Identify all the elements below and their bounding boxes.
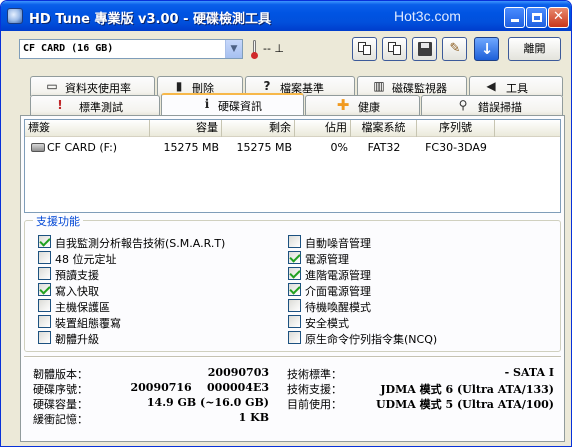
tab-folder-usage[interactable]: ▭ 資料夾使用率: [30, 76, 155, 96]
cell-capacity: 15275 MB: [163, 141, 219, 154]
column-header-free[interactable]: 剩余: [222, 120, 295, 137]
standard-value: - SATA I: [504, 366, 554, 379]
arrow-down-icon: ↓: [480, 40, 494, 58]
tab-info[interactable]: i 硬碟資訊: [161, 93, 304, 115]
maximize-icon: [531, 13, 542, 22]
buffer-value: 1 KB: [238, 411, 269, 424]
features-group-title: 支援功能: [33, 213, 83, 229]
column-header-label[interactable]: 標簽: [25, 120, 150, 137]
temperature-readout: -- ⊥: [263, 42, 285, 55]
features-group: 支援功能 自我監測分析報告技術(S.M.A.R.T) 48 位元定址 預讀支援 …: [24, 213, 561, 352]
tab-tools[interactable]: ◀ 工具: [469, 76, 563, 96]
drive-select[interactable]: CF CARD (16 GB) ▼: [19, 39, 243, 59]
divider: [24, 356, 561, 358]
firmware-value: 20090703: [207, 366, 269, 379]
cell-serial: FC30-3DA9: [425, 141, 487, 154]
cell-filesystem: FAT32: [367, 141, 401, 154]
tab-disk-monitor[interactable]: ▥ 磁碟監視器: [357, 76, 467, 96]
tab-benchmark[interactable]: ! 標準測試: [30, 95, 160, 115]
exit-button[interactable]: 離開: [508, 37, 561, 61]
partition-list-header: 標簽 容量 剩余 佔用 檔案系統 序列號: [25, 120, 560, 137]
floppy-icon: [418, 42, 432, 56]
window-title: HD Tune 專業版 v3.00 - 硬碟檢測工具: [29, 12, 272, 27]
trash-icon: ▮: [175, 79, 183, 93]
drive-icon: [31, 143, 45, 152]
save-button[interactable]: [412, 37, 437, 61]
copy-info-button[interactable]: [382, 37, 407, 61]
tab-error-scan[interactable]: ⚲ 錯誤掃描: [421, 95, 563, 115]
magnifier-icon: ⚲: [458, 98, 468, 112]
download-button[interactable]: ↓: [474, 37, 499, 61]
cell-used: 0%: [330, 141, 348, 154]
cell-label: CF CARD (F:): [47, 141, 118, 154]
disk-monitor-icon: ▥: [373, 79, 385, 93]
info-icon: i: [204, 97, 210, 111]
wrench-icon: ✎: [449, 41, 461, 56]
app-window: HD Tune 專業版 v3.00 - 硬碟檢測工具 Hot3c.com ✕ C…: [0, 0, 572, 447]
copy-text-button[interactable]: [352, 37, 377, 61]
table-row[interactable]: CF CARD (F:) 15275 MB 15275 MB 0% FAT32 …: [25, 139, 560, 156]
file-benchmark-icon: ?: [263, 79, 271, 93]
minimize-icon: [510, 19, 519, 22]
cell-free: 15275 MB: [236, 141, 292, 154]
minimize-button[interactable]: [504, 7, 525, 28]
close-button[interactable]: ✕: [548, 7, 569, 28]
active-value: UDMA 模式 5 (Ultra ATA/100): [375, 398, 554, 411]
capacity-value: 14.9 GB (~16.0 GB): [146, 396, 269, 409]
chevron-down-icon[interactable]: ▼: [225, 40, 242, 58]
info-panel: 標簽 容量 剩余 佔用 檔案系統 序列號 CF CARD (F:) 15275 …: [20, 115, 565, 442]
thermometer-icon: !: [57, 98, 63, 112]
column-header-serial[interactable]: 序列號: [417, 120, 495, 137]
thermometer-icon: [249, 39, 259, 59]
title-bar[interactable]: HD Tune 專業版 v3.00 - 硬碟檢測工具 Hot3c.com ✕: [1, 1, 571, 31]
watermark: Hot3c.com: [394, 8, 461, 24]
folder-icon: ▭: [46, 79, 58, 93]
health-cross-icon: ✚: [336, 96, 350, 114]
partition-list[interactable]: 標簽 容量 剩余 佔用 檔案系統 序列號 CF CARD (F:) 15275 …: [24, 119, 561, 213]
maximize-button[interactable]: [526, 7, 547, 28]
column-header-used[interactable]: 佔用: [295, 120, 351, 137]
copy-icon: [358, 42, 372, 56]
drive-select-value: CF CARD (16 GB): [23, 43, 114, 54]
close-icon: ✕: [553, 9, 564, 24]
column-header-filesystem[interactable]: 檔案系統: [351, 120, 417, 137]
options-button[interactable]: ✎: [442, 37, 467, 61]
copy-info-icon: [388, 42, 402, 56]
speaker-icon: ◀: [486, 79, 496, 93]
serial-value: 20090716 000004E3: [130, 381, 269, 394]
tab-health[interactable]: ✚ 健康: [305, 95, 420, 115]
supported-value: JDMA 模式 6 (Ultra ATA/133): [380, 383, 554, 396]
drive-info-section: 韌體版本： 20090703 硬碟序號： 20090716 000004E3 硬…: [24, 356, 561, 438]
column-header-capacity[interactable]: 容量: [150, 120, 222, 137]
app-icon: [7, 8, 23, 24]
